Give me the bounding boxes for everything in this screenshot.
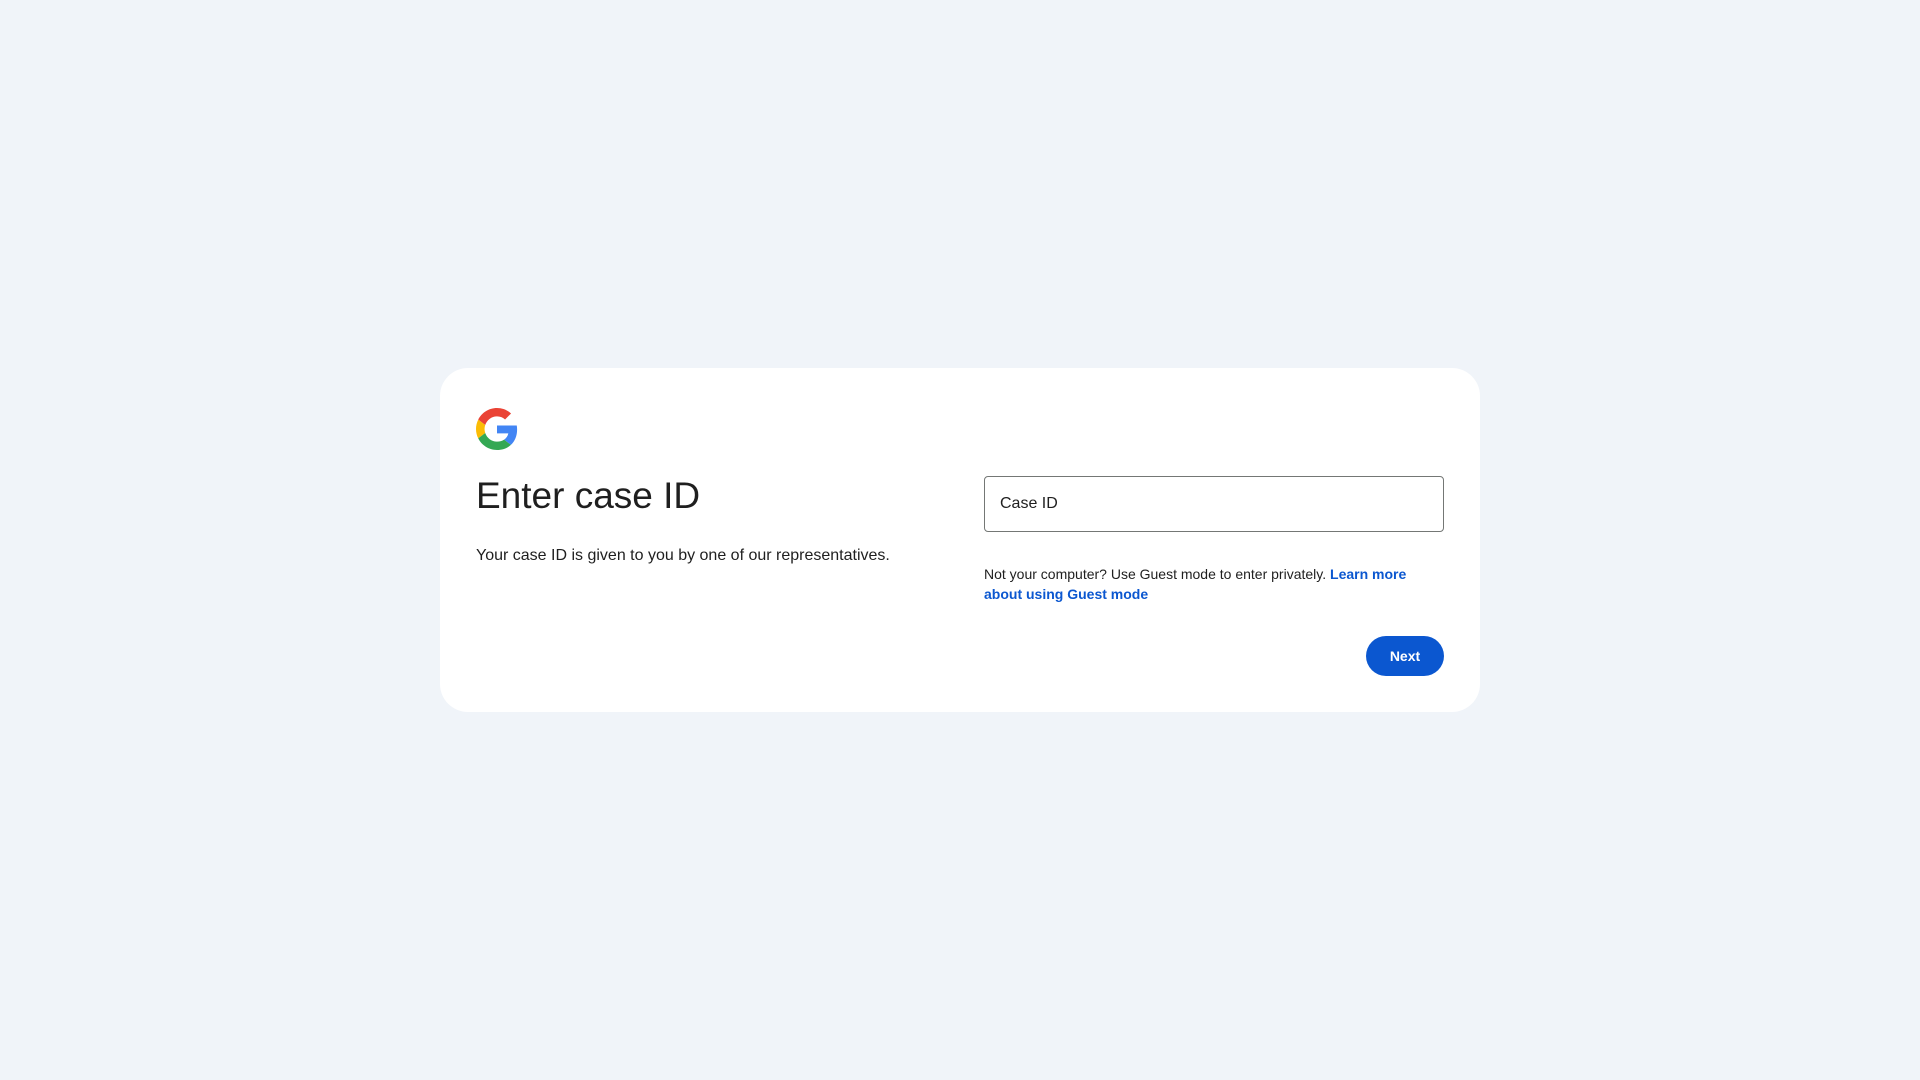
page-title: Enter case ID xyxy=(476,475,701,516)
next-button[interactable]: Next xyxy=(1366,636,1444,676)
google-g-icon xyxy=(476,408,518,450)
guest-mode-note-text: Not your computer? Use Guest mode to ent… xyxy=(984,566,1331,582)
google-logo-icon xyxy=(476,408,518,450)
case-id-field[interactable] xyxy=(984,476,1444,532)
page-subtitle: Your case ID is given to you by one of o… xyxy=(476,547,890,564)
guest-mode-note: Not your computer? Use Guest mode to ent… xyxy=(984,564,1444,604)
signin-card: Enter case ID Your case ID is given to y… xyxy=(440,368,1480,712)
case-id-input[interactable] xyxy=(985,477,1443,531)
